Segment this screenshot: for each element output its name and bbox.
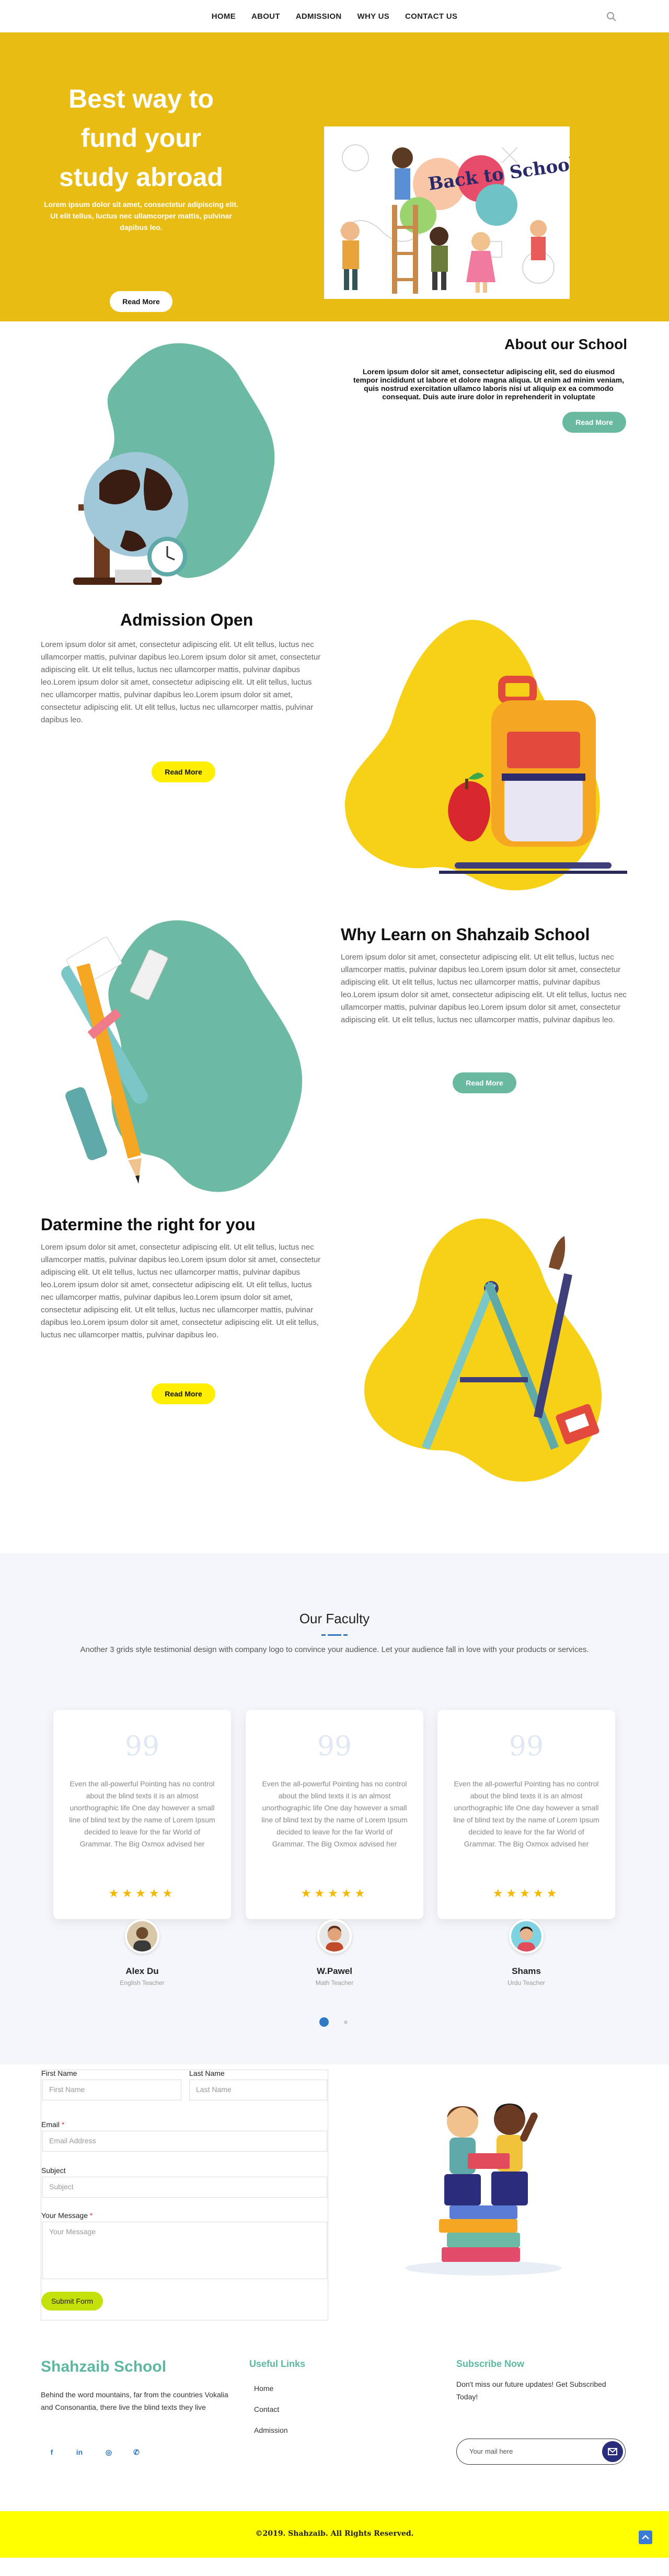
why-read-more-button[interactable]: Read More <box>453 1072 516 1093</box>
hero-subtitle: Lorem ipsum dolor sit amet, consectetur … <box>44 200 238 232</box>
footer-link-admission[interactable]: Admission <box>254 2426 288 2434</box>
scroll-to-top-icon[interactable] <box>639 2531 652 2544</box>
back-to-school-illustration: Back to School! <box>324 126 570 299</box>
faculty-description: Another 3 grids style testimonial design… <box>80 1645 589 1654</box>
last-name-label: Last Name <box>189 2069 225 2077</box>
why-section: Why Learn on Shahzaib School Lorem ipsum… <box>0 915 669 1210</box>
useful-links-title: Useful Links <box>249 2359 306 2369</box>
faculty-card: 99 Even the all-powerful Pointing has no… <box>246 1710 423 1919</box>
contact-form-section: First Name First Name Last Name Last Nam… <box>0 2064 669 2326</box>
avatar <box>125 1919 159 1954</box>
avatar <box>509 1919 544 1954</box>
email-label: Email * <box>41 2120 64 2129</box>
determine-section: Datermine the right for you Lorem ipsum … <box>0 1210 669 1553</box>
quote-icon: 99 <box>124 1731 160 1762</box>
quote-icon: 99 <box>317 1731 352 1762</box>
first-name-input[interactable]: First Name <box>42 2080 181 2100</box>
quote-icon: 99 <box>509 1731 544 1762</box>
first-name-label: First Name <box>41 2069 77 2077</box>
hero-section: Best way to fund your study abroad Lorem… <box>0 32 669 321</box>
nav-why-us[interactable]: WHY US <box>357 12 390 21</box>
main-menu: HOME ABOUT ADMISSION WHY US CONTACT US <box>212 12 458 21</box>
about-section: About our School Lorem ipsum dolor sit a… <box>0 321 669 601</box>
testimonial-text: Even the all-powerful Pointing has no co… <box>69 1780 215 1848</box>
globe-illustration <box>73 343 275 585</box>
about-text: Lorem ipsum dolor sit amet, consectetur … <box>353 367 625 401</box>
nav-about[interactable]: ABOUT <box>251 12 280 21</box>
nav-home[interactable]: HOME <box>212 12 236 21</box>
determine-read-more-button[interactable]: Read More <box>152 1383 215 1404</box>
whatsapp-icon[interactable]: ✆ <box>131 2448 142 2459</box>
footer: Shahzaib School Behind the word mountain… <box>0 2326 669 2511</box>
why-title: Why Learn on Shahzaib School <box>341 925 590 944</box>
required-mark: * <box>89 2211 93 2220</box>
testimonial-text: Even the all-powerful Pointing has no co… <box>261 1780 408 1848</box>
admission-text: Lorem ipsum dolor sit amet, consectetur … <box>41 640 321 724</box>
about-title: About our School <box>504 336 627 352</box>
faculty-role: English Teacher <box>120 1979 165 1986</box>
carousel-dot-active[interactable] <box>319 2017 329 2027</box>
submit-form-button[interactable]: Submit Form <box>41 2292 103 2311</box>
nav-contact-us[interactable]: CONTACT US <box>405 12 457 21</box>
backpack-illustration <box>345 620 627 891</box>
faculty-section: Our Faculty Another 3 grids style testim… <box>0 1553 669 2064</box>
linkedin-icon[interactable]: in <box>74 2448 85 2459</box>
subscribe-text: Don't miss our future updates! Get Subsc… <box>456 2380 606 2401</box>
faculty-name: W.Pawel <box>316 1966 353 1976</box>
determine-title: Datermine the right for you <box>41 1215 256 1234</box>
faculty-card: 99 Even the all-powerful Pointing has no… <box>53 1710 231 1919</box>
subscribe-email-input[interactable]: Your mail here <box>456 2439 626 2465</box>
message-textarea[interactable]: Your Message <box>42 2222 327 2279</box>
search-icon[interactable] <box>606 11 617 22</box>
subscribe-email-placeholder: Your mail here <box>469 2447 513 2455</box>
footer-brand: Shahzaib School <box>41 2358 167 2375</box>
faculty-name: Shams <box>512 1966 541 1976</box>
hero-title: Best way to fund your study abroad <box>59 84 223 192</box>
subscribe-title: Subscribe Now <box>456 2359 525 2369</box>
faculty-name: Alex Du <box>125 1966 159 1976</box>
faculty-role: Urdu Teacher <box>507 1979 545 1986</box>
instagram-icon[interactable]: ◎ <box>103 2448 114 2459</box>
hero-read-more-button[interactable]: Read More <box>110 291 172 312</box>
send-icon[interactable] <box>602 2441 623 2462</box>
pencils-illustration <box>61 920 303 1192</box>
admission-title: Admission Open <box>120 610 253 629</box>
carousel-dot[interactable] <box>344 2020 348 2024</box>
footer-link-contact[interactable]: Contact <box>254 2405 279 2413</box>
rating-stars: ★★★★★ <box>301 1887 368 1900</box>
footer-about-text: Behind the word mountains, far from the … <box>41 2390 228 2411</box>
rating-stars: ★★★★★ <box>492 1887 560 1900</box>
subject-label: Subject <box>41 2166 66 2175</box>
about-read-more-button[interactable]: Read More <box>562 412 626 433</box>
subject-input[interactable]: Subject <box>42 2177 327 2198</box>
message-label-text: Your Message <box>41 2211 88 2220</box>
required-mark: * <box>61 2120 65 2129</box>
avatar <box>317 1919 352 1954</box>
faculty-role: Math Teacher <box>315 1979 354 1986</box>
why-text: Lorem ipsum dolor sit amet, consectetur … <box>341 953 627 1024</box>
students-reading-illustration <box>405 2104 562 2275</box>
admission-read-more-button[interactable]: Read More <box>152 761 215 782</box>
top-navigation: HOME ABOUT ADMISSION WHY US CONTACT US <box>0 0 669 32</box>
testimonial-text: Even the all-powerful Pointing has no co… <box>453 1780 599 1848</box>
nav-admission[interactable]: ADMISSION <box>296 12 342 21</box>
rating-stars: ★★★★★ <box>108 1887 176 1900</box>
facebook-icon[interactable]: f <box>46 2448 57 2459</box>
determine-text: Lorem ipsum dolor sit amet, consectetur … <box>41 1243 321 1339</box>
last-name-input[interactable]: Last Name <box>189 2080 327 2100</box>
copyright-bar: ©2019. Shahzaib. All Rights Reserved. <box>0 2511 669 2558</box>
footer-link-home[interactable]: Home <box>254 2384 273 2393</box>
email-label-text: Email <box>41 2120 60 2129</box>
faculty-card: 99 Even the all-powerful Pointing has no… <box>437 1710 615 1919</box>
compass-illustration <box>364 1218 602 1482</box>
faculty-title: Our Faculty <box>299 1611 370 1626</box>
contact-form: First Name First Name Last Name Last Nam… <box>41 2069 328 2320</box>
message-label: Your Message * <box>41 2211 93 2220</box>
title-divider <box>321 1634 348 1636</box>
admission-section: Admission Open Lorem ipsum dolor sit ame… <box>0 601 669 915</box>
copyright-text: ©2019. Shahzaib. All Rights Reserved. <box>255 2529 414 2538</box>
email-input[interactable]: Email Address <box>42 2131 327 2152</box>
